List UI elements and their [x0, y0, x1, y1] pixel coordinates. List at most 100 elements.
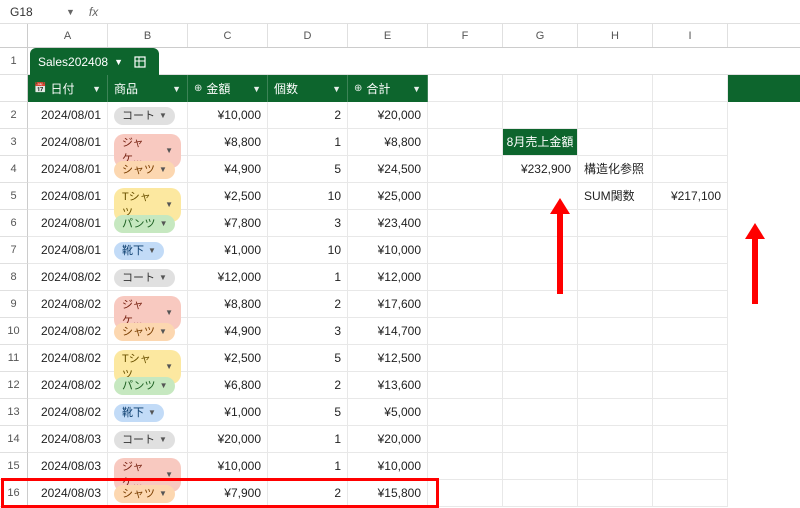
row-header[interactable]: 8	[0, 264, 28, 291]
cell-date[interactable]: 2024/08/01	[28, 102, 108, 129]
table-row[interactable]: 122024/08/02パンツ▼¥6,8002¥13,600	[0, 372, 800, 399]
cell[interactable]	[503, 480, 578, 507]
cell-date[interactable]: 2024/08/02	[28, 372, 108, 399]
col-header[interactable]: A	[28, 24, 108, 47]
table-row[interactable]: 102024/08/02シャツ▼¥4,9003¥14,700	[0, 318, 800, 345]
row-header[interactable]: 16	[0, 480, 28, 507]
cell[interactable]	[428, 156, 503, 183]
table-row[interactable]: 22024/08/01コート▼¥10,0002¥20,000	[0, 102, 800, 129]
namebox-dropdown-icon[interactable]: ▼	[66, 7, 75, 17]
chevron-down-icon[interactable]: ▼	[172, 84, 181, 94]
cell[interactable]	[578, 291, 653, 318]
cell-date[interactable]: 2024/08/01	[28, 156, 108, 183]
cell-product[interactable]: Tシャツ▼	[108, 345, 188, 372]
cell-total[interactable]: ¥12,500	[348, 345, 428, 372]
cell-product[interactable]: ジャケ...▼	[108, 453, 188, 480]
product-pill[interactable]: パンツ▼	[114, 215, 175, 233]
cell-total[interactable]: ¥10,000	[348, 453, 428, 480]
cell[interactable]	[653, 399, 728, 426]
product-pill[interactable]: 靴下▼	[114, 242, 164, 260]
cell-qty[interactable]: 5	[268, 345, 348, 372]
product-pill[interactable]: コート▼	[114, 269, 175, 287]
row-header[interactable]: 11	[0, 345, 28, 372]
table-header-total[interactable]: ⊕合計 ▼	[348, 75, 428, 102]
row-header[interactable]: 10	[0, 318, 28, 345]
cell[interactable]	[428, 129, 503, 156]
table-expand-icon[interactable]	[129, 52, 151, 72]
cell-qty[interactable]: 5	[268, 156, 348, 183]
product-pill[interactable]: コート▼	[114, 107, 175, 125]
cell-qty[interactable]: 10	[268, 183, 348, 210]
cell[interactable]	[503, 345, 578, 372]
cell[interactable]	[653, 453, 728, 480]
chevron-down-icon[interactable]: ▼	[159, 270, 167, 286]
cell-amount[interactable]: ¥4,900	[188, 156, 268, 183]
cell[interactable]	[578, 264, 653, 291]
cell[interactable]	[428, 237, 503, 264]
cell[interactable]	[578, 426, 653, 453]
cell-amount[interactable]: ¥2,500	[188, 345, 268, 372]
cell-amount[interactable]: ¥6,800	[188, 372, 268, 399]
cell-qty[interactable]: 2	[268, 102, 348, 129]
cell-product[interactable]: コート▼	[108, 426, 188, 453]
chevron-down-icon[interactable]: ▼	[114, 57, 123, 67]
cell-qty[interactable]: 1	[268, 453, 348, 480]
chevron-down-icon[interactable]: ▼	[148, 405, 156, 421]
cell[interactable]	[503, 291, 578, 318]
cell[interactable]	[428, 372, 503, 399]
cell[interactable]	[653, 264, 728, 291]
cell[interactable]	[503, 453, 578, 480]
cell-amount[interactable]: ¥8,800	[188, 129, 268, 156]
table-row[interactable]: 112024/08/02Tシャツ▼¥2,5005¥12,500	[0, 345, 800, 372]
chevron-down-icon[interactable]: ▼	[159, 108, 167, 124]
row-header[interactable]: 14	[0, 426, 28, 453]
cell[interactable]	[503, 102, 578, 129]
chevron-down-icon[interactable]: ▼	[252, 84, 261, 94]
cell-amount[interactable]: ¥10,000	[188, 453, 268, 480]
cell-product[interactable]: ジャケ...▼	[108, 129, 188, 156]
cell-qty[interactable]: 2	[268, 291, 348, 318]
cell-product[interactable]: シャツ▼	[108, 480, 188, 507]
row-header[interactable]: 2	[0, 102, 28, 129]
cell-product[interactable]: ジャケ...▼	[108, 291, 188, 318]
cell-product[interactable]: パンツ▼	[108, 210, 188, 237]
cell[interactable]	[578, 210, 653, 237]
cell-qty[interactable]: 1	[268, 264, 348, 291]
row-header[interactable]: 3	[0, 129, 28, 156]
cell-product[interactable]: シャツ▼	[108, 318, 188, 345]
row-header[interactable]: 15	[0, 453, 28, 480]
cell[interactable]	[653, 426, 728, 453]
cell[interactable]	[503, 372, 578, 399]
cell-date[interactable]: 2024/08/01	[28, 183, 108, 210]
cell-qty[interactable]: 1	[268, 426, 348, 453]
cell[interactable]	[428, 210, 503, 237]
product-pill[interactable]: シャツ▼	[114, 161, 175, 179]
cell[interactable]	[428, 399, 503, 426]
col-header[interactable]: G	[503, 24, 578, 47]
cell-qty[interactable]: 5	[268, 399, 348, 426]
sum-fn-value[interactable]: ¥217,100	[653, 183, 728, 210]
col-header[interactable]: C	[188, 24, 268, 47]
spreadsheet-grid[interactable]: 1 Sales202408 ▼ 📅日付 ▼ 商品 ▼ ⊕金額 ▼ 個数 ▼	[0, 48, 800, 507]
cell-qty[interactable]: 2	[268, 480, 348, 507]
cell[interactable]	[428, 183, 503, 210]
chevron-down-icon[interactable]: ▼	[92, 84, 101, 94]
cell[interactable]	[428, 345, 503, 372]
cell-total[interactable]: ¥13,600	[348, 372, 428, 399]
chevron-down-icon[interactable]: ▼	[160, 216, 168, 232]
table-header-qty[interactable]: 個数 ▼	[268, 75, 348, 102]
cell-date[interactable]: 2024/08/01	[28, 129, 108, 156]
cell-amount[interactable]: ¥8,800	[188, 291, 268, 318]
col-header[interactable]: I	[653, 24, 728, 47]
cell[interactable]	[578, 480, 653, 507]
cell[interactable]	[578, 345, 653, 372]
cell[interactable]	[653, 480, 728, 507]
cell-date[interactable]: 2024/08/01	[28, 237, 108, 264]
cell[interactable]	[578, 453, 653, 480]
col-header[interactable]: B	[108, 24, 188, 47]
product-pill[interactable]: 靴下▼	[114, 404, 164, 422]
table-row[interactable]: 132024/08/02靴下▼¥1,0005¥5,000	[0, 399, 800, 426]
cell-total[interactable]: ¥23,400	[348, 210, 428, 237]
cell-product[interactable]: シャツ▼	[108, 156, 188, 183]
row-header[interactable]: 7	[0, 237, 28, 264]
